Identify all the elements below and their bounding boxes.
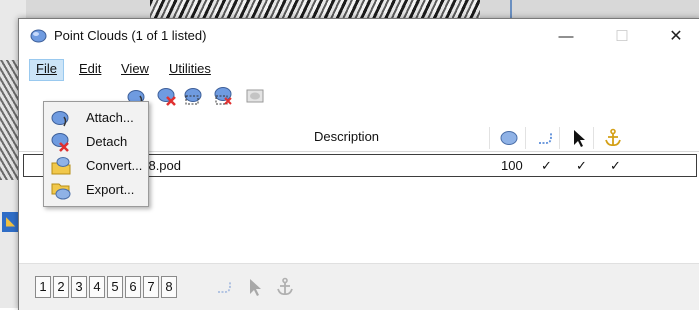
row-check-link[interactable]: ✓	[541, 158, 552, 174]
menu-item-label: Detach	[86, 134, 128, 149]
anchor-icon[interactable]	[275, 276, 295, 298]
view-button-2[interactable]: 2	[53, 276, 69, 298]
detach-cloud-icon	[51, 133, 69, 152]
maximize-button[interactable]: ☐	[607, 25, 637, 47]
header-separator	[559, 127, 560, 149]
menu-edit-label: Edit	[79, 61, 102, 76]
menu-file[interactable]: File	[29, 59, 64, 81]
attach-cloud-icon	[51, 111, 69, 127]
view-button-8[interactable]: 8	[161, 276, 177, 298]
menu-item-convert[interactable]: Convert...	[44, 154, 148, 178]
header-separator	[593, 127, 594, 149]
display-tool-icon[interactable]	[245, 86, 265, 106]
menu-view[interactable]: View	[115, 59, 155, 79]
point-clouds-dialog: Point Clouds (1 of 1 listed) — ☐ ✕ File …	[18, 18, 699, 310]
header-description[interactable]: Description	[314, 129, 379, 144]
menu-item-attach[interactable]: Attach...	[44, 106, 148, 130]
header-separator	[525, 127, 526, 149]
export-cloud-icon	[51, 183, 71, 200]
select-cloud-tool-icon[interactable]	[183, 86, 203, 106]
menu-utilities[interactable]: Utilities	[163, 59, 217, 79]
link-icon[interactable]	[215, 276, 235, 298]
menu-edit[interactable]: Edit	[73, 59, 107, 79]
point-cloud-icon	[30, 29, 47, 43]
anchor-column-icon[interactable]	[603, 128, 623, 148]
view-button-3[interactable]: 3	[71, 276, 87, 298]
menu-item-label: Attach...	[86, 110, 134, 125]
cursor-column-icon[interactable]	[569, 128, 589, 148]
menu-view-label: View	[121, 61, 149, 76]
menu-item-detach[interactable]: Detach	[44, 130, 148, 154]
menu-file-label: File	[36, 61, 57, 76]
menu-utilities-label: Utilities	[169, 61, 211, 76]
menu-item-label: Convert...	[86, 158, 143, 173]
density-column-icon[interactable]	[499, 128, 519, 148]
detach-cloud-tool-icon[interactable]	[157, 86, 177, 106]
close-button[interactable]: ✕	[661, 25, 691, 47]
row-density: 100	[501, 158, 523, 173]
row-check-anchor[interactable]: ✓	[610, 158, 621, 174]
view-button-7[interactable]: 7	[143, 276, 159, 298]
window-title: Point Clouds (1 of 1 listed)	[54, 28, 207, 43]
title-bar: Point Clouds (1 of 1 listed) — ☐ ✕	[19, 19, 699, 53]
minimize-button[interactable]: —	[551, 25, 581, 47]
view-button-1[interactable]: 1	[35, 276, 51, 298]
bottom-view-bar: 1 2 3 4 5 6 7 8	[19, 263, 699, 310]
row-check-cursor[interactable]: ✓	[576, 158, 587, 174]
header-separator	[489, 127, 490, 149]
view-button-5[interactable]: 5	[107, 276, 123, 298]
cursor-icon[interactable]	[245, 276, 265, 298]
background-tool-icon: ◣	[6, 214, 16, 228]
menu-item-label: Export...	[86, 182, 135, 197]
convert-folder-icon	[51, 157, 71, 175]
view-button-4[interactable]: 4	[89, 276, 105, 298]
view-button-6[interactable]: 6	[125, 276, 141, 298]
unselect-cloud-tool-icon[interactable]	[213, 86, 233, 106]
menu-item-export[interactable]: Export...	[44, 178, 148, 202]
file-menu-dropdown: Attach... Detach Convert... Export...	[43, 101, 149, 207]
link-column-icon[interactable]	[535, 128, 555, 148]
menu-bar: File Edit View Utilities	[19, 57, 699, 81]
